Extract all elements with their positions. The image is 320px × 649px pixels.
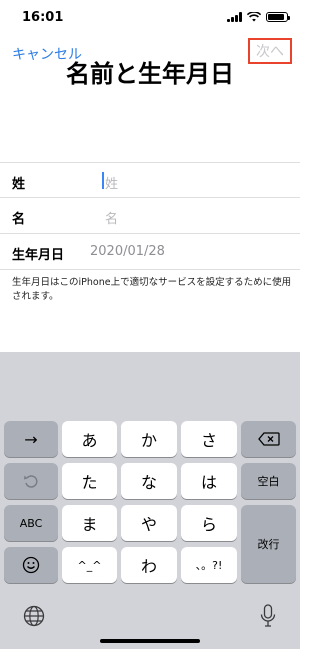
name-birthday-form: 姓 姓 名 名 生年月日 2020/01/28 bbox=[0, 162, 300, 270]
key-ta[interactable]: た bbox=[62, 463, 117, 499]
first-name-field[interactable]: 名 bbox=[105, 208, 118, 227]
page-title: 名前と生年月日 bbox=[66, 60, 234, 88]
key-ma[interactable]: ま bbox=[62, 505, 117, 541]
space-key[interactable]: 空白 bbox=[241, 463, 296, 499]
key-ka[interactable]: か bbox=[121, 421, 177, 457]
key-sa[interactable]: さ bbox=[181, 421, 237, 457]
battery-icon bbox=[266, 12, 290, 22]
first-name-row[interactable]: 名 名 bbox=[0, 198, 300, 234]
status-bar: 16:01 bbox=[0, 0, 300, 34]
birthday-field[interactable]: 2020/01/28 bbox=[90, 244, 165, 259]
wifi-icon bbox=[247, 12, 261, 22]
key-ya[interactable]: や bbox=[121, 505, 177, 541]
globe-icon[interactable] bbox=[20, 602, 48, 630]
first-name-label: 名 bbox=[12, 212, 26, 227]
japanese-kana-keyboard: → あ か さ た な は 空白 ABC ま や ら 改行 ^_^ わ 、。?! bbox=[0, 352, 300, 649]
delete-key[interactable] bbox=[241, 421, 296, 457]
birthday-label: 生年月日 bbox=[12, 248, 65, 263]
undo-icon bbox=[24, 475, 38, 488]
microphone-icon[interactable] bbox=[254, 602, 282, 630]
key-na[interactable]: な bbox=[121, 463, 177, 499]
last-name-field[interactable]: 姓 bbox=[105, 173, 118, 192]
return-key[interactable]: 改行 bbox=[241, 505, 296, 583]
key-wa[interactable]: わ bbox=[121, 547, 177, 583]
backspace-icon bbox=[257, 432, 280, 446]
text-cursor bbox=[102, 172, 104, 189]
key-ra[interactable]: ら bbox=[181, 505, 237, 541]
birthday-row[interactable]: 生年月日 2020/01/28 bbox=[0, 234, 300, 270]
abc-key[interactable]: ABC bbox=[4, 505, 58, 541]
undo-key[interactable] bbox=[4, 463, 58, 499]
status-time: 16:01 bbox=[22, 10, 64, 25]
key-kaomoji[interactable]: ^_^ bbox=[62, 547, 117, 583]
emoji-key[interactable] bbox=[4, 547, 58, 583]
key-a[interactable]: あ bbox=[62, 421, 117, 457]
last-name-label: 姓 bbox=[12, 177, 26, 192]
last-name-row[interactable]: 姓 姓 bbox=[0, 162, 300, 198]
emoji-icon bbox=[22, 556, 40, 574]
key-punctuation[interactable]: 、。?! bbox=[181, 547, 237, 583]
key-arrow-right[interactable]: → bbox=[4, 421, 58, 457]
home-indicator bbox=[100, 639, 200, 643]
cellular-signal-icon bbox=[227, 12, 242, 22]
key-ha[interactable]: は bbox=[181, 463, 237, 499]
birthday-usage-note: 生年月日はこのiPhone上で適切なサービスを設定するために使用されます。 bbox=[12, 277, 292, 302]
status-icons bbox=[227, 12, 290, 22]
